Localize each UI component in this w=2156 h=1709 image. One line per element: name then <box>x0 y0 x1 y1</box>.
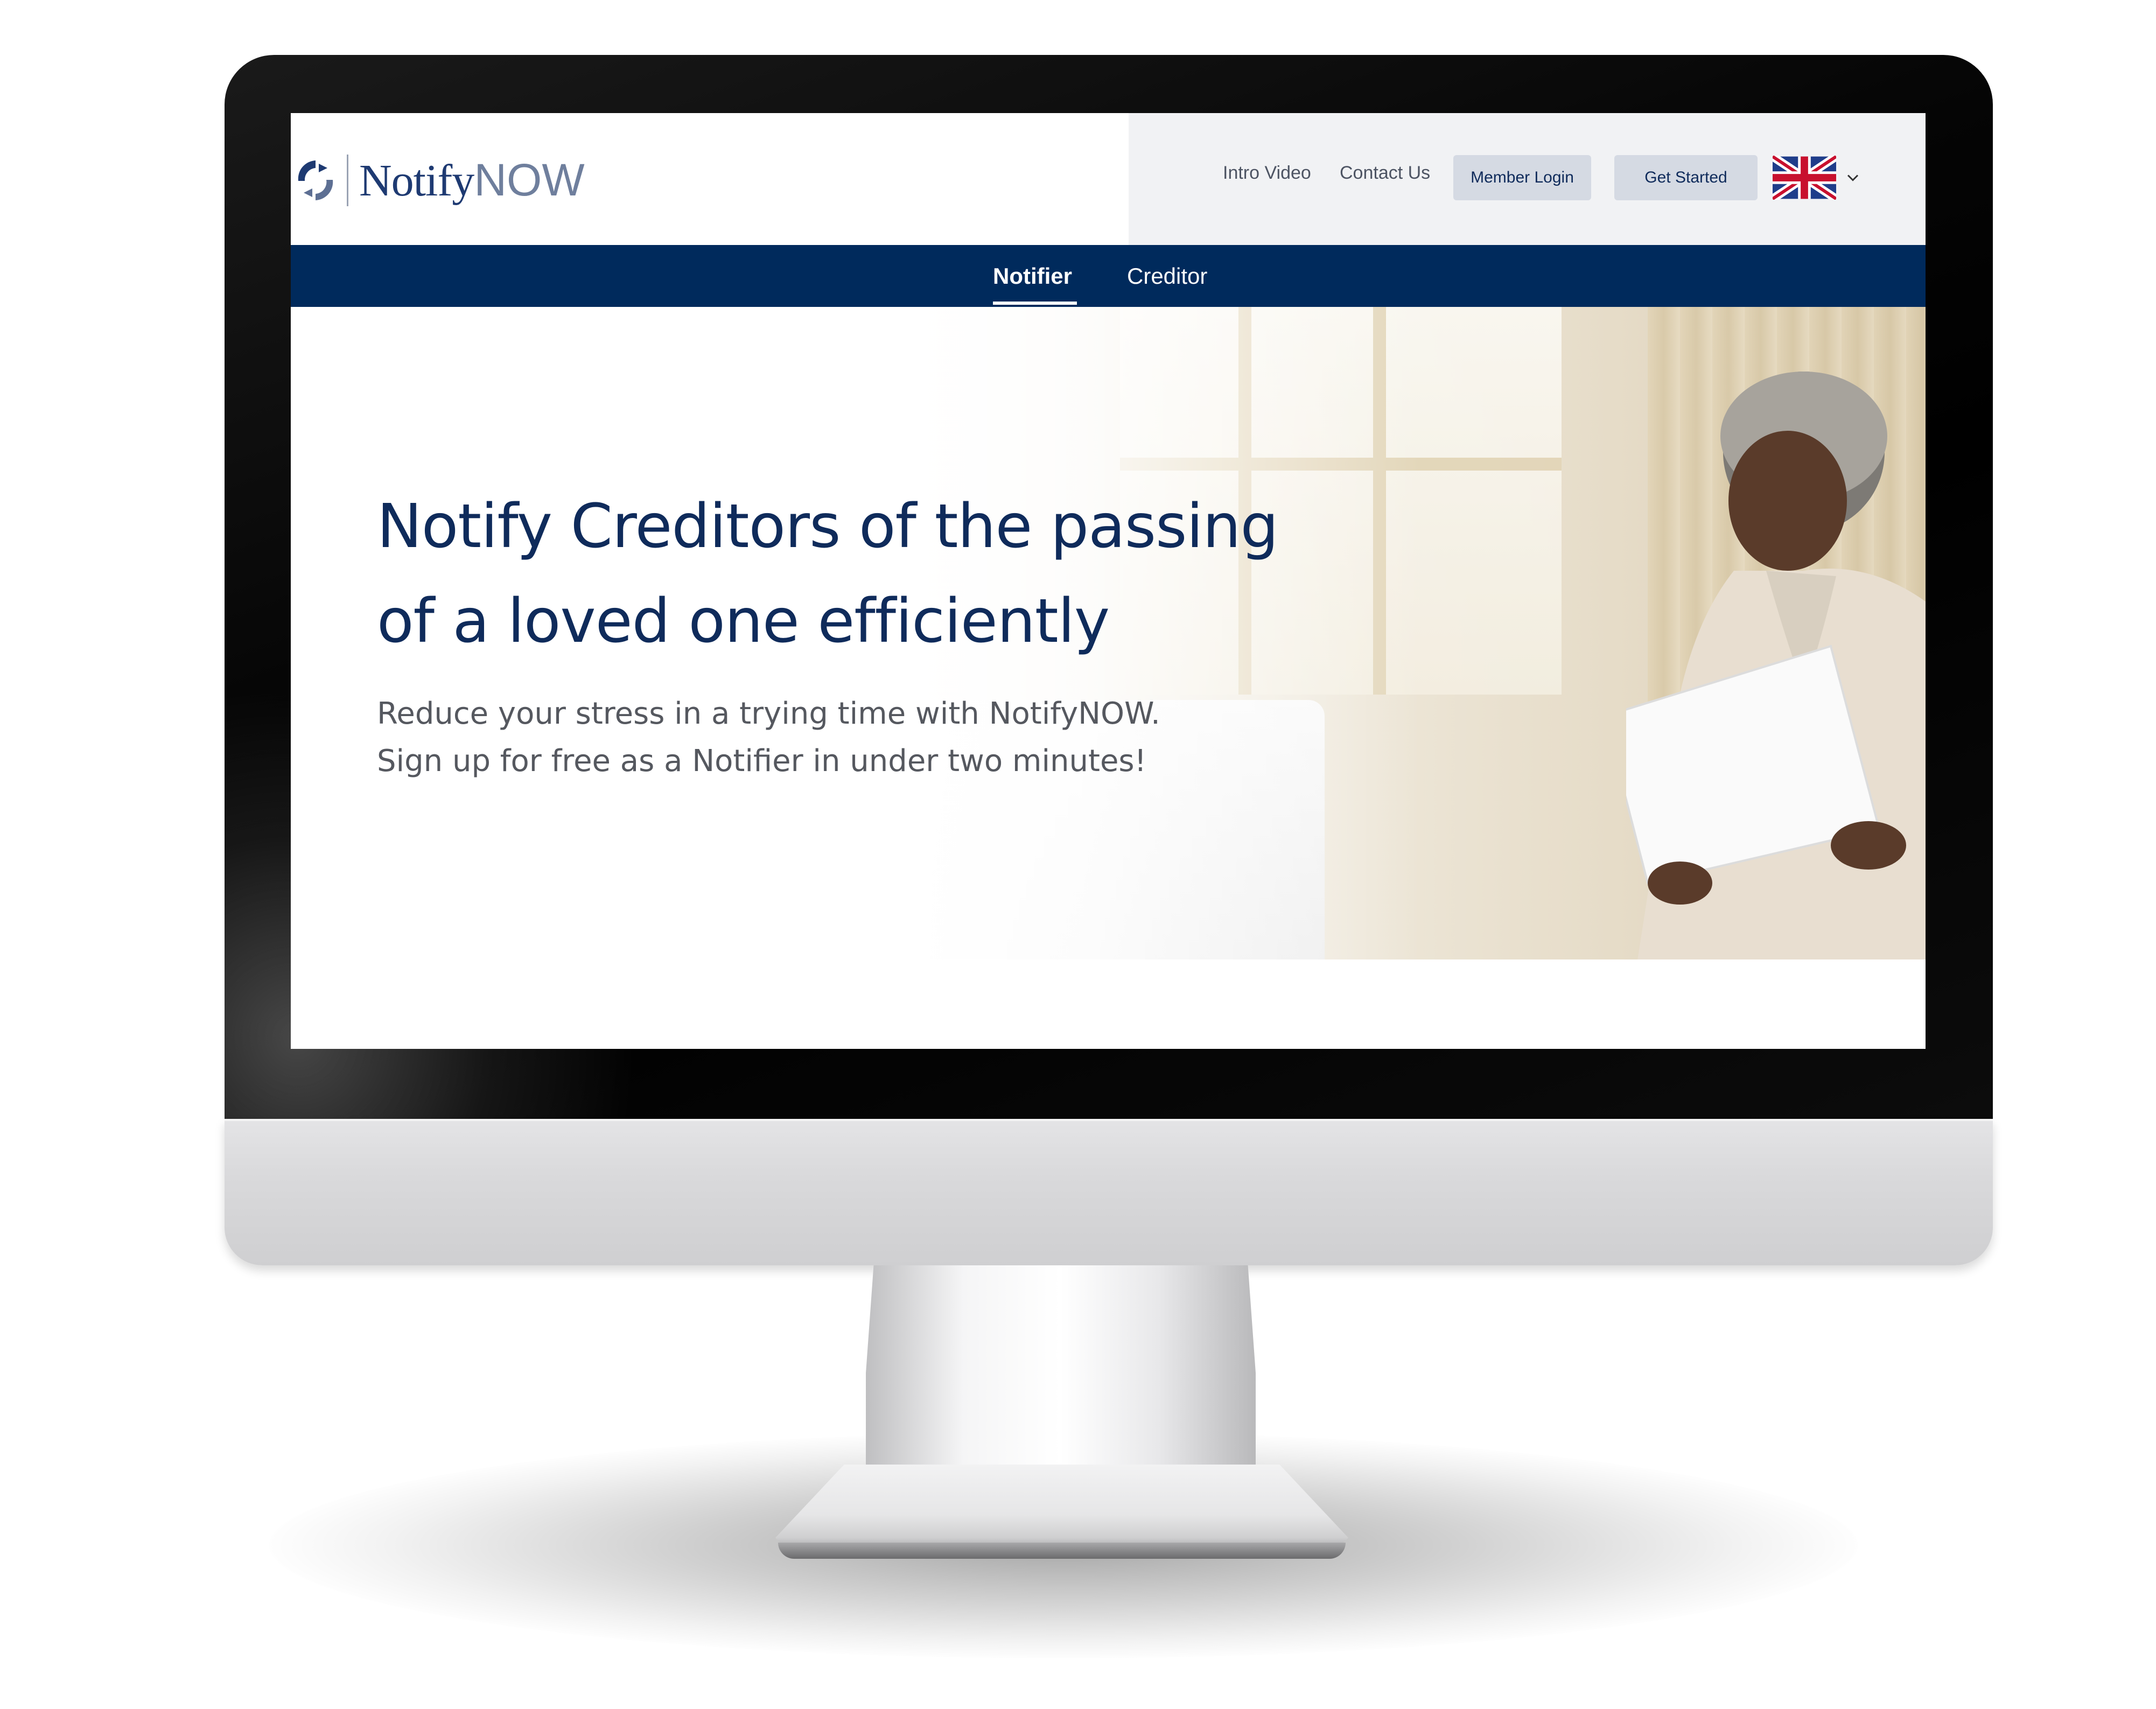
language-selector[interactable] <box>1773 155 1863 200</box>
hero-subtitle: Reduce your stress in a trying time with… <box>377 690 1292 785</box>
hero-subtitle-line: Reduce your stress in a trying time with… <box>377 696 1160 731</box>
hero-subtitle-line: Sign up for free as a Notifier in under … <box>377 744 1147 779</box>
hero-section: Notify Creditors of the passing of a lov… <box>291 307 1926 959</box>
active-tab-indicator <box>993 302 1077 305</box>
member-login-button[interactable]: Member Login <box>1453 155 1591 200</box>
logo-text-now: NOW <box>474 155 585 205</box>
logo-wordmark: NotifyNOW <box>359 154 585 207</box>
monitor-mockup: NotifyNOW Intro Video Contact Us Member … <box>0 0 2156 1709</box>
logo-divider <box>347 155 348 206</box>
uk-flag-icon <box>1773 156 1836 200</box>
monitor-chin <box>225 1119 1993 1265</box>
chevron-down-icon <box>1847 174 1859 181</box>
nav-intro-video[interactable]: Intro Video <box>1223 163 1311 184</box>
tab-notifier[interactable]: Notifier <box>993 245 1072 307</box>
get-started-button[interactable]: Get Started <box>1614 155 1758 200</box>
page-content-area <box>291 959 1926 1049</box>
audience-tabbar: Notifier Creditor <box>291 245 1926 307</box>
logo-arrows-icon <box>298 160 333 200</box>
monitor-stand-edge <box>778 1543 1346 1559</box>
hero-title: Notify Creditors of the passing of a lov… <box>377 492 1279 656</box>
tab-creditor[interactable]: Creditor <box>1127 245 1207 307</box>
woman-reading-icon <box>1626 372 1926 959</box>
nav-contact-us[interactable]: Contact Us <box>1340 163 1430 184</box>
logo-text-notify: Notify <box>359 156 474 206</box>
site-header: NotifyNOW Intro Video Contact Us Member … <box>291 113 1926 245</box>
screen: NotifyNOW Intro Video Contact Us Member … <box>291 113 1926 1049</box>
logo[interactable]: NotifyNOW <box>294 151 585 210</box>
